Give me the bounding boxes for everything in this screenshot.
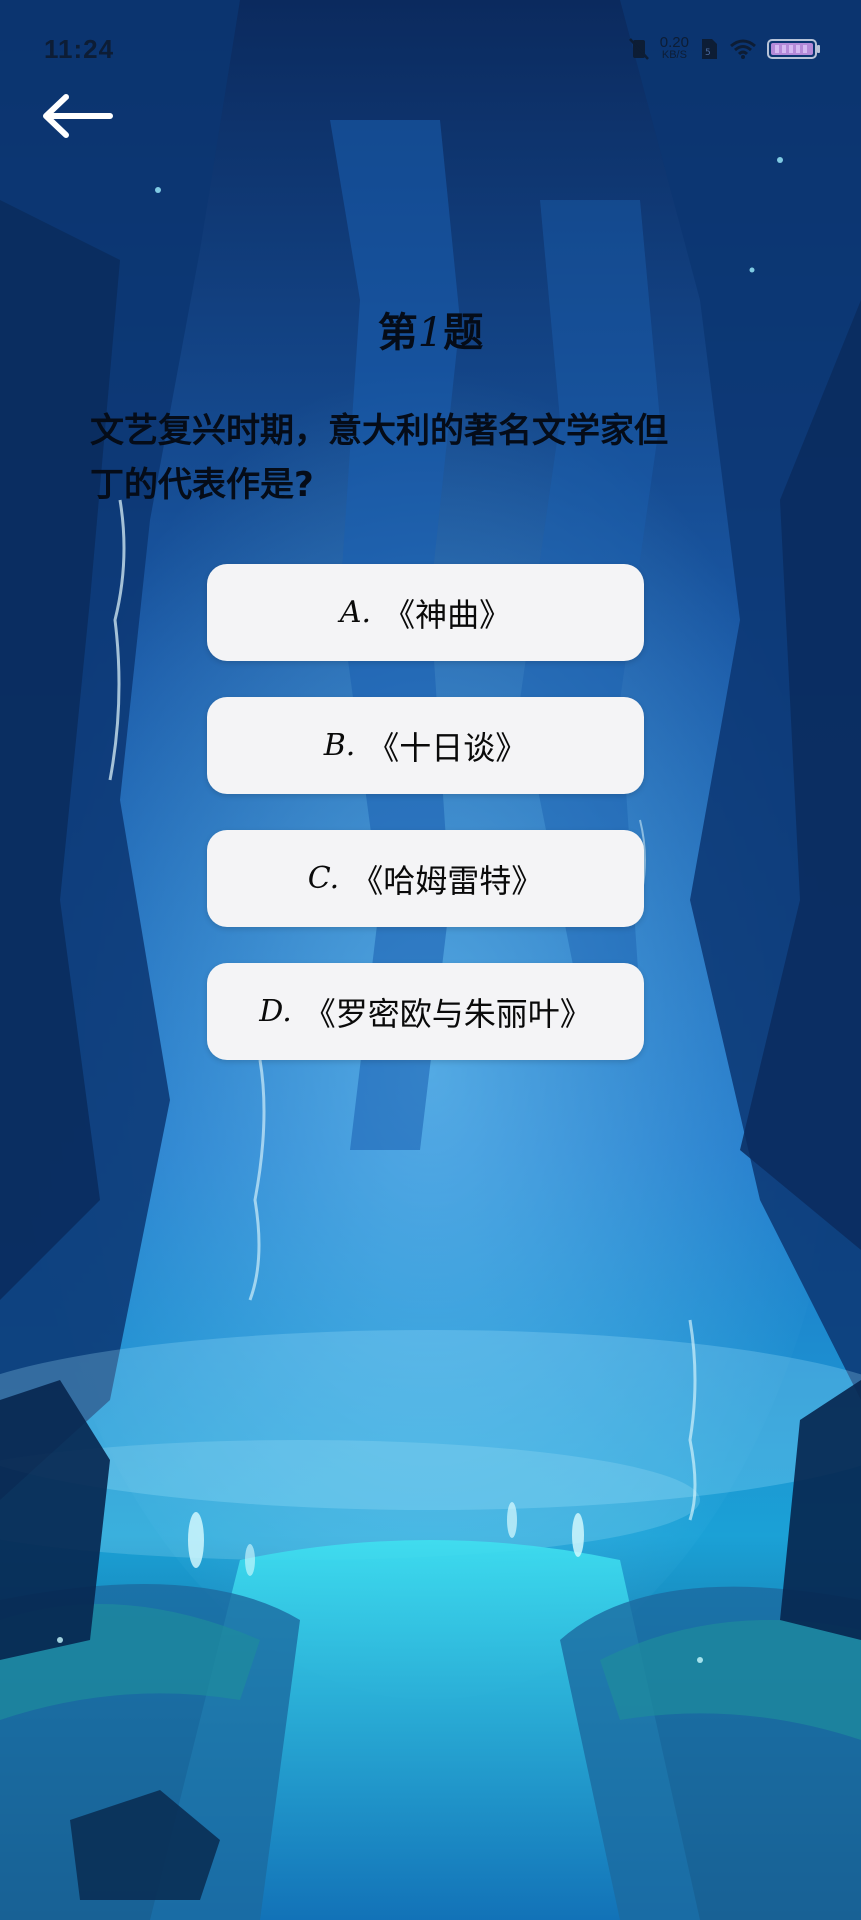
question-number-suffix: 题 [443,310,484,356]
status-time: 11:24 [44,34,115,64]
question-text: 文艺复兴时期，意大利的著名文学家但 丁的代表作是? [90,404,770,512]
option-text: 《哈姆雷特》 [351,861,544,900]
option-text: 《神曲》 [383,595,512,634]
sim-card-icon: 5 [702,39,717,59]
option-c-button[interactable]: C. 《哈姆雷特》 [207,830,644,927]
back-button[interactable] [40,86,120,146]
question-number: 1 [417,310,444,356]
question-number-prefix: 第 [377,310,418,356]
option-b-button[interactable]: B. 《十日谈》 [207,697,644,794]
arrow-left-icon [43,94,113,138]
option-letter: D. [259,994,292,1029]
option-a-button[interactable]: A. 《神曲》 [207,564,644,661]
option-text: 《十日谈》 [367,728,528,767]
status-bar: 11:24 0.20 KB/S 5 [0,0,861,100]
question-number-title: 第1题 [0,300,861,358]
wifi-icon [730,39,756,59]
option-letter: C. [307,861,340,896]
question-text-line-2: 丁的代表作是? [90,465,314,505]
svg-text:5: 5 [705,48,711,58]
question-text-line-1: 文艺复兴时期，意大利的著名文学家但 [90,411,668,451]
battery-icon [767,39,820,59]
answer-options: A. 《神曲》 B. 《十日谈》 C. 《哈姆雷特》 D. 《罗密欧与朱丽叶》 [207,564,644,1096]
network-speed: 0.20 KB/S [659,34,689,61]
vibrate-mode-icon [628,38,649,60]
option-letter: A. [339,595,372,630]
option-letter: B. [323,728,356,763]
option-text: 《罗密欧与朱丽叶》 [303,994,592,1033]
status-icons: 0.20 KB/S 5 [628,34,821,64]
option-d-button[interactable]: D. 《罗密欧与朱丽叶》 [207,963,644,1060]
network-speed-unit: KB/S [661,49,687,61]
network-speed-value: 0.20 [659,34,689,51]
